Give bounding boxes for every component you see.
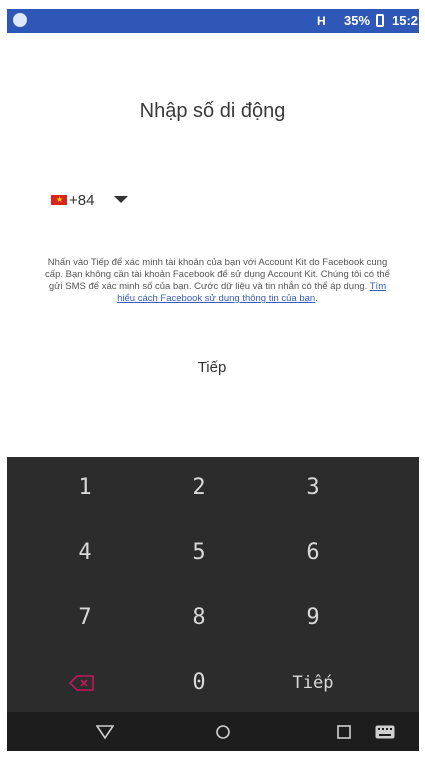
back-icon[interactable] — [93, 720, 117, 744]
key-8[interactable]: 8 — [149, 593, 249, 643]
recents-icon[interactable] — [332, 720, 356, 744]
battery-percentage: 35% — [344, 13, 371, 28]
navigation-bar — [7, 712, 419, 751]
status-bar: H 35% 15:21 — [7, 9, 425, 33]
next-button[interactable]: Tiếp — [42, 347, 382, 389]
vietnam-flag-icon: ★ — [51, 195, 67, 205]
keypad-next-key[interactable]: Tiếp — [263, 658, 363, 708]
consent-body: Nhấn vào Tiếp để xác minh tài khoản của … — [45, 257, 390, 292]
key-7[interactable]: 7 — [35, 593, 135, 643]
backspace-key[interactable] — [35, 658, 135, 708]
country-code: +84 — [69, 192, 95, 209]
key-4[interactable]: 4 — [35, 528, 135, 578]
key-0[interactable]: 0 — [149, 658, 249, 708]
clock: 15:21 — [392, 13, 425, 28]
chevron-down-icon[interactable] — [114, 196, 128, 203]
backspace-icon — [69, 675, 94, 691]
key-1[interactable]: 1 — [35, 463, 135, 513]
key-5[interactable]: 5 — [149, 528, 249, 578]
signal-icon: H — [317, 14, 326, 28]
phone-number-field[interactable]: ★ +84 — [42, 183, 392, 223]
key-6[interactable]: 6 — [263, 528, 363, 578]
keyboard-icon[interactable] — [373, 720, 397, 744]
phone-screen: H 35% 15:21 Nhập số di động ★ +84 Nhấn v… — [0, 0, 425, 757]
consent-text: Nhấn vào Tiếp để xác minh tài khoản của … — [40, 257, 395, 305]
key-9[interactable]: 9 — [263, 593, 363, 643]
home-icon[interactable] — [211, 720, 235, 744]
notification-icon — [13, 13, 27, 27]
battery-icon — [376, 14, 384, 27]
key-3[interactable]: 3 — [263, 463, 363, 513]
numeric-keypad: 1 2 3 4 5 6 7 8 9 0 Tiếp — [7, 457, 419, 712]
key-2[interactable]: 2 — [149, 463, 249, 513]
consent-end: . — [315, 293, 318, 304]
page-title: Nhập số di động — [139, 100, 286, 122]
